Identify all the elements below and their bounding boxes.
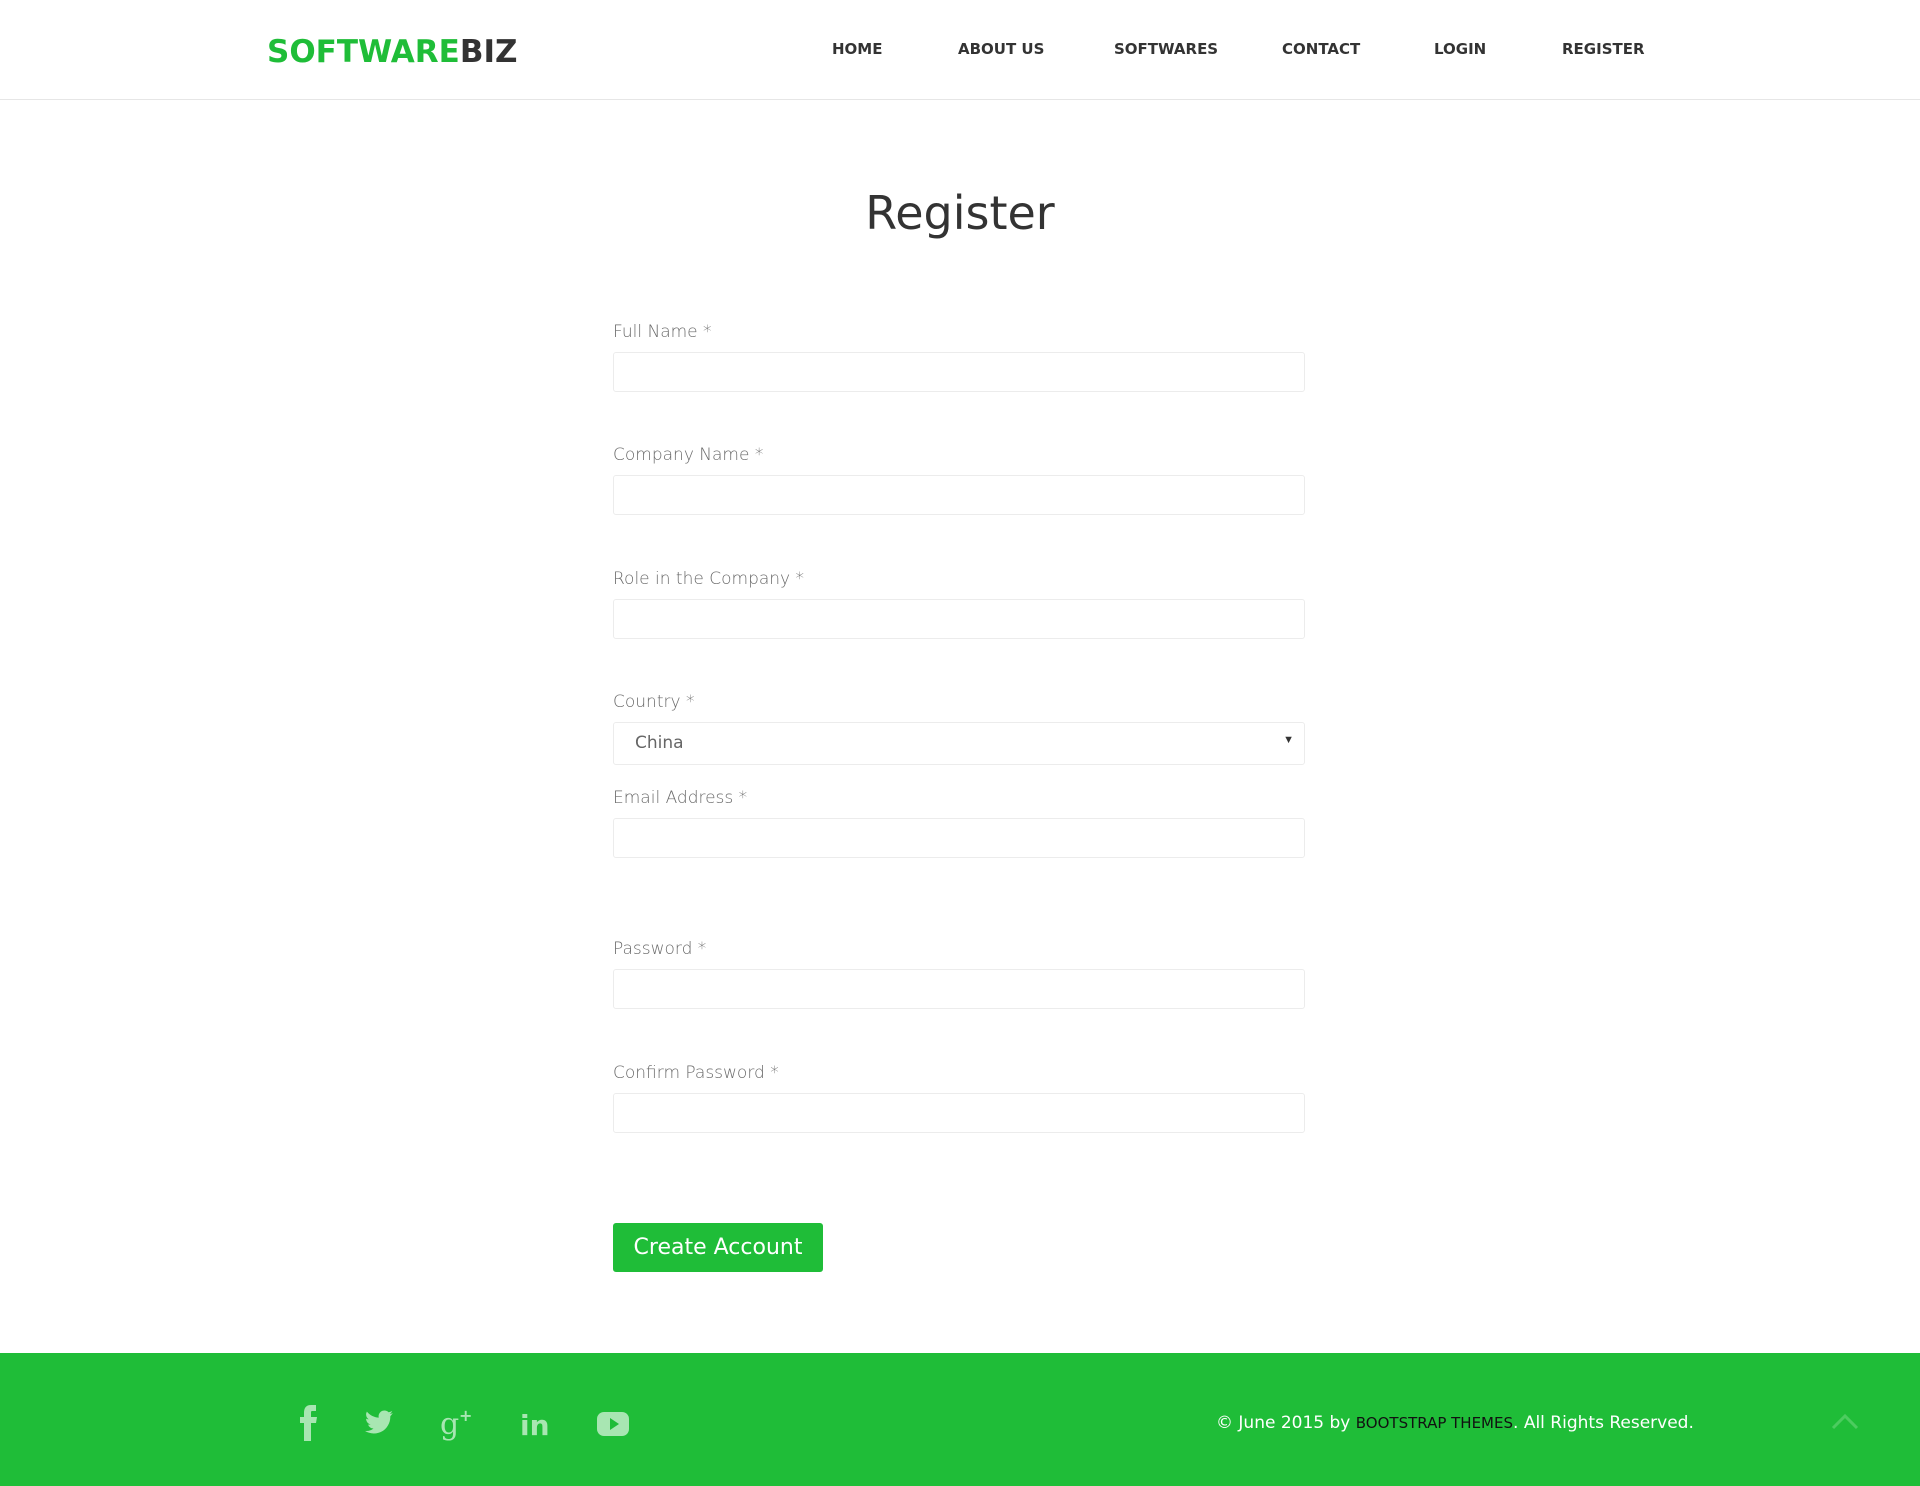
email-label: Email Address * xyxy=(613,788,748,808)
page-title: Register xyxy=(865,186,1055,240)
twitter-icon[interactable] xyxy=(364,1405,394,1441)
password-input[interactable] xyxy=(613,969,1305,1009)
back-to-top-icon[interactable] xyxy=(1830,1411,1860,1436)
svg-text:g: g xyxy=(440,1407,459,1441)
svg-text:+: + xyxy=(459,1406,472,1425)
nav-login[interactable]: LOGIN xyxy=(1434,40,1486,58)
email-input[interactable] xyxy=(613,818,1305,858)
full-name-label: Full Name * xyxy=(613,322,712,342)
nav-softwares[interactable]: SOFTWARES xyxy=(1114,40,1218,58)
company-name-label: Company Name * xyxy=(613,445,764,465)
password-label: Password * xyxy=(613,939,707,959)
country-selected-value: China xyxy=(635,733,684,753)
country-select[interactable]: China ▼ xyxy=(613,722,1305,765)
site-footer: g + in © June 2015 by BOOTSTRAP THEMES. A… xyxy=(0,1353,1920,1486)
full-name-input[interactable] xyxy=(613,352,1305,392)
create-account-button[interactable]: Create Account xyxy=(613,1223,823,1272)
svg-text:in: in xyxy=(520,1409,550,1441)
confirm-password-label: Confirm Password * xyxy=(613,1063,779,1083)
dropdown-arrow-icon: ▼ xyxy=(1283,734,1294,746)
copyright-prefix: © June 2015 by xyxy=(1216,1413,1356,1433)
role-input[interactable] xyxy=(613,599,1305,639)
youtube-icon[interactable] xyxy=(596,1405,630,1441)
company-name-input[interactable] xyxy=(613,475,1305,515)
main-nav: HOME ABOUT US SOFTWARES CONTACT LOGIN RE… xyxy=(0,40,1920,60)
nav-register[interactable]: REGISTER xyxy=(1562,40,1645,58)
confirm-password-input[interactable] xyxy=(613,1093,1305,1133)
google-plus-icon[interactable]: g + xyxy=(440,1405,474,1442)
role-label: Role in the Company * xyxy=(613,569,805,589)
nav-home[interactable]: HOME xyxy=(832,40,882,58)
bootstrap-themes-link[interactable]: BOOTSTRAP THEMES xyxy=(1356,1414,1513,1432)
copyright-suffix: . All Rights Reserved. xyxy=(1513,1413,1694,1433)
site-header: SOFTWAREBIZ HOME ABOUT US SOFTWARES CONT… xyxy=(0,0,1920,100)
nav-about-us[interactable]: ABOUT US xyxy=(958,40,1044,58)
copyright-text: © June 2015 by BOOTSTRAP THEMES. All Rig… xyxy=(1216,1413,1694,1433)
nav-contact[interactable]: CONTACT xyxy=(1282,40,1360,58)
linkedin-icon[interactable]: in xyxy=(520,1405,550,1442)
facebook-icon[interactable] xyxy=(297,1405,321,1441)
country-label: Country * xyxy=(613,692,695,712)
